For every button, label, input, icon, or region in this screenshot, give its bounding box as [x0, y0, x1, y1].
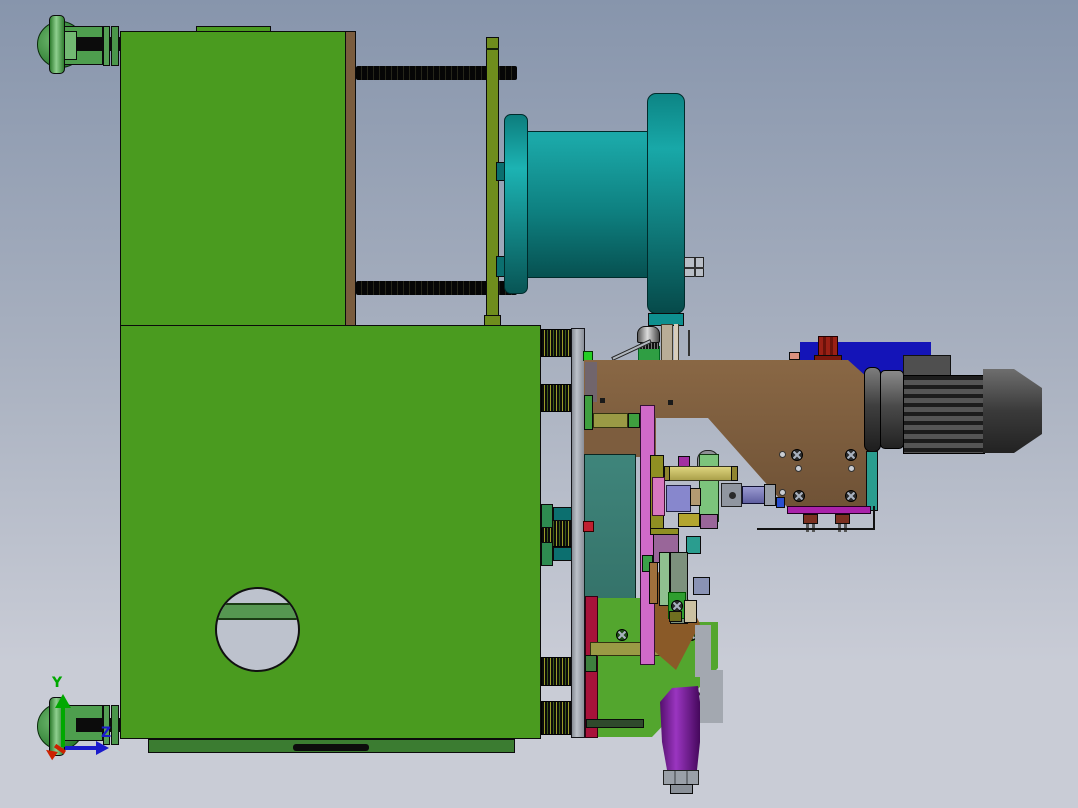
- yellow-pin[interactable]: [664, 466, 738, 481]
- yellow-pin-end-right: [731, 466, 738, 481]
- arm-hole-3: [848, 465, 855, 472]
- clevis-hole: [729, 492, 736, 499]
- green-chip-top[interactable]: [583, 351, 593, 361]
- mustard-chip[interactable]: [678, 513, 700, 527]
- foot-top-strip-2[interactable]: [111, 26, 119, 66]
- cylinder-nut-large[interactable]: [663, 770, 699, 785]
- arm-screw-3[interactable]: [793, 490, 805, 502]
- cylinder-body[interactable]: [660, 686, 700, 770]
- guide-peg-2[interactable]: [553, 547, 572, 561]
- frame-bore-hole[interactable]: [215, 587, 300, 672]
- arm-hole-2: [795, 465, 802, 472]
- clevis-green-column[interactable]: [699, 454, 719, 522]
- mount-plate-seam: [486, 48, 499, 50]
- olive-chip-small[interactable]: [669, 611, 682, 622]
- beige-cylinder[interactable]: [684, 600, 697, 623]
- triad-z-arrowhead[interactable]: [96, 741, 109, 755]
- arm-screw-1[interactable]: [791, 449, 803, 461]
- spring-2[interactable]: [541, 384, 572, 412]
- teal-strip[interactable]: [866, 451, 878, 511]
- arm-dark-square-2: [668, 400, 673, 405]
- drum-shaft-edge: [674, 324, 679, 362]
- spring-1[interactable]: [541, 329, 572, 357]
- guide-peg-block-1[interactable]: [541, 504, 553, 528]
- bore-key-band: [217, 603, 298, 620]
- foot-bottom-strip-2[interactable]: [111, 705, 119, 745]
- triad-y-arrowhead[interactable]: [55, 694, 71, 708]
- cable-drum-body[interactable]: [527, 131, 648, 278]
- piston-rod[interactable]: [742, 486, 765, 504]
- triad-y-axis[interactable]: [61, 707, 65, 747]
- clamp-foot-1[interactable]: [803, 514, 818, 524]
- drum-sensor-fixture[interactable]: [684, 257, 704, 277]
- blue-gray-chip[interactable]: [693, 577, 710, 595]
- arm-dark-square-1: [600, 398, 605, 403]
- spring-5[interactable]: [541, 701, 572, 735]
- motor-coupling-ring-1[interactable]: [864, 367, 881, 452]
- red-chip[interactable]: [583, 521, 594, 532]
- frame-side-face[interactable]: [345, 31, 356, 326]
- slide-plate[interactable]: [571, 328, 585, 738]
- drum-shaft[interactable]: [661, 324, 673, 362]
- tan-strip[interactable]: [649, 562, 658, 604]
- dark-green-chip[interactable]: [585, 655, 597, 672]
- cap-screw-stem[interactable]: [818, 336, 838, 357]
- foot-top-disc[interactable]: [49, 15, 65, 74]
- salmon-tab[interactable]: [789, 352, 800, 360]
- arm-hole-1: [779, 451, 786, 458]
- teal-square[interactable]: [686, 536, 701, 554]
- plum-chip-right[interactable]: [700, 514, 718, 529]
- foot-top-strip-1[interactable]: [103, 26, 110, 66]
- frame-base-slot: [293, 744, 369, 751]
- bracket-dark-band: [586, 719, 644, 728]
- base-frame-column[interactable]: [120, 31, 346, 326]
- base-frame-body[interactable]: [120, 325, 541, 739]
- edge-line-h: [757, 528, 875, 530]
- green-chip-bar-end[interactable]: [628, 413, 640, 428]
- clamp-foot-2[interactable]: [835, 514, 850, 524]
- shaft-line: [688, 330, 690, 356]
- motor-finned-body[interactable]: [903, 375, 985, 454]
- tan-chip[interactable]: [690, 488, 701, 506]
- spring-4[interactable]: [541, 657, 572, 686]
- cad-viewport: Y Z: [0, 0, 1078, 808]
- motor-coupling-ring-2[interactable]: [880, 370, 904, 449]
- magenta-bar[interactable]: [787, 506, 871, 514]
- triad-z-label: Z: [101, 725, 112, 741]
- triad-y-label: Y: [52, 675, 63, 691]
- olive-bar-upper[interactable]: [593, 413, 628, 428]
- bracket-bolt-1[interactable]: [616, 629, 628, 641]
- motor-end-cap[interactable]: [983, 369, 1042, 453]
- mount-plate[interactable]: [486, 37, 499, 325]
- edge-line-v: [873, 506, 875, 530]
- lavender-block[interactable]: [666, 485, 691, 512]
- green-strip-vertical[interactable]: [584, 395, 593, 430]
- arm-hole-4: [779, 489, 786, 496]
- piston-nut[interactable]: [764, 484, 776, 506]
- clevis-block[interactable]: [721, 483, 742, 507]
- fixture-cross-v: [694, 258, 696, 277]
- triad-z-axis[interactable]: [65, 746, 97, 750]
- guide-peg-1[interactable]: [553, 507, 572, 521]
- pink-strip[interactable]: [652, 477, 665, 516]
- drum-right-flange[interactable]: [647, 93, 685, 314]
- arm-screw-4[interactable]: [845, 490, 857, 502]
- guide-peg-block-2[interactable]: [541, 542, 553, 566]
- blue-chip[interactable]: [776, 497, 785, 508]
- mount-plate-foot[interactable]: [484, 315, 501, 326]
- drum-left-flange[interactable]: [504, 114, 528, 294]
- arm-screw-2[interactable]: [845, 449, 857, 461]
- cylinder-nut-small[interactable]: [670, 784, 693, 794]
